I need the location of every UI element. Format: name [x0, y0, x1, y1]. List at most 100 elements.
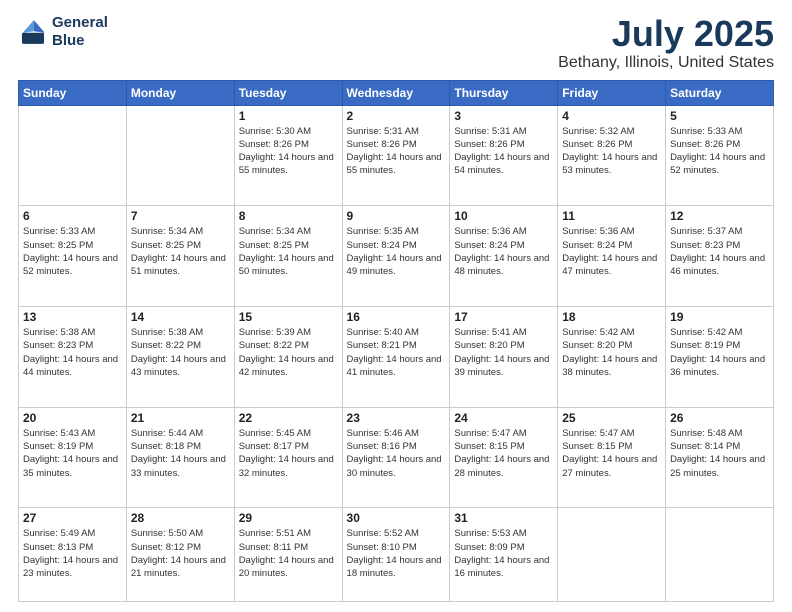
day-info: Sunrise: 5:31 AM Sunset: 8:26 PM Dayligh…: [454, 125, 553, 178]
day-number: 7: [131, 209, 230, 223]
day-number: 4: [562, 109, 661, 123]
calendar-cell: 7 Sunrise: 5:34 AM Sunset: 8:25 PM Daylig…: [126, 206, 234, 307]
day-info: Sunrise: 5:48 AM Sunset: 8:14 PM Dayligh…: [670, 427, 769, 480]
day-info: Sunrise: 5:34 AM Sunset: 8:25 PM Dayligh…: [239, 225, 338, 278]
day-number: 1: [239, 109, 338, 123]
day-header-friday: Friday: [558, 80, 666, 105]
subtitle: Bethany, Illinois, United States: [558, 54, 774, 72]
calendar-cell: 3 Sunrise: 5:31 AM Sunset: 8:26 PM Daylig…: [450, 105, 558, 206]
calendar-cell: 14 Sunrise: 5:38 AM Sunset: 8:22 PM Dayli…: [126, 307, 234, 408]
day-number: 19: [670, 310, 769, 324]
day-number: 12: [670, 209, 769, 223]
day-number: 24: [454, 411, 553, 425]
day-number: 21: [131, 411, 230, 425]
calendar-cell: 20 Sunrise: 5:43 AM Sunset: 8:19 PM Dayli…: [19, 407, 127, 508]
main-title: July 2025: [558, 14, 774, 54]
day-info: Sunrise: 5:32 AM Sunset: 8:26 PM Dayligh…: [562, 125, 661, 178]
day-number: 10: [454, 209, 553, 223]
week-row-5: 27 Sunrise: 5:49 AM Sunset: 8:13 PM Dayli…: [19, 508, 774, 602]
day-number: 14: [131, 310, 230, 324]
day-number: 16: [347, 310, 446, 324]
day-info: Sunrise: 5:37 AM Sunset: 8:23 PM Dayligh…: [670, 225, 769, 278]
day-number: 2: [347, 109, 446, 123]
calendar-cell: 15 Sunrise: 5:39 AM Sunset: 8:22 PM Dayli…: [234, 307, 342, 408]
calendar-cell: 8 Sunrise: 5:34 AM Sunset: 8:25 PM Daylig…: [234, 206, 342, 307]
week-row-2: 6 Sunrise: 5:33 AM Sunset: 8:25 PM Daylig…: [19, 206, 774, 307]
day-info: Sunrise: 5:38 AM Sunset: 8:23 PM Dayligh…: [23, 326, 122, 379]
day-info: Sunrise: 5:30 AM Sunset: 8:26 PM Dayligh…: [239, 125, 338, 178]
logo-line1: General: [52, 14, 108, 32]
calendar-cell: 2Sunrise: 5:31 AM Sunset: 8:26 PM Daylig…: [342, 105, 450, 206]
day-header-monday: Monday: [126, 80, 234, 105]
week-row-1: 1 Sunrise: 5:30 AM Sunset: 8:26 PM Daylig…: [19, 105, 774, 206]
day-number: 17: [454, 310, 553, 324]
calendar-cell: 21 Sunrise: 5:44 AM Sunset: 8:18 PM Dayli…: [126, 407, 234, 508]
calendar-cell: 25 Sunrise: 5:47 AM Sunset: 8:15 PM Dayli…: [558, 407, 666, 508]
day-info: Sunrise: 5:51 AM Sunset: 8:11 PM Dayligh…: [239, 527, 338, 580]
day-info: Sunrise: 5:35 AM Sunset: 8:24 PM Dayligh…: [347, 225, 446, 278]
day-info: Sunrise: 5:39 AM Sunset: 8:22 PM Dayligh…: [239, 326, 338, 379]
calendar-cell: 12 Sunrise: 5:37 AM Sunset: 8:23 PM Dayli…: [666, 206, 774, 307]
logo: General Blue: [18, 14, 108, 50]
day-number: 15: [239, 310, 338, 324]
day-number: 8: [239, 209, 338, 223]
day-number: 31: [454, 511, 553, 525]
day-header-sunday: Sunday: [19, 80, 127, 105]
day-number: 23: [347, 411, 446, 425]
day-number: 5: [670, 109, 769, 123]
day-number: 20: [23, 411, 122, 425]
day-info: Sunrise: 5:46 AM Sunset: 8:16 PM Dayligh…: [347, 427, 446, 480]
calendar-cell: 22 Sunrise: 5:45 AM Sunset: 8:17 PM Dayli…: [234, 407, 342, 508]
calendar-table: SundayMondayTuesdayWednesdayThursdayFrid…: [18, 80, 774, 602]
calendar-cell: 19Sunrise: 5:42 AM Sunset: 8:19 PM Dayli…: [666, 307, 774, 408]
calendar-cell: 16 Sunrise: 5:40 AM Sunset: 8:21 PM Dayli…: [342, 307, 450, 408]
calendar-cell: 5Sunrise: 5:33 AM Sunset: 8:26 PM Daylig…: [666, 105, 774, 206]
calendar-cell: 23 Sunrise: 5:46 AM Sunset: 8:16 PM Dayli…: [342, 407, 450, 508]
calendar-cell: 29 Sunrise: 5:51 AM Sunset: 8:11 PM Dayli…: [234, 508, 342, 602]
day-number: 6: [23, 209, 122, 223]
day-number: 3: [454, 109, 553, 123]
day-header-thursday: Thursday: [450, 80, 558, 105]
day-number: 29: [239, 511, 338, 525]
calendar-cell: [558, 508, 666, 602]
week-row-4: 20 Sunrise: 5:43 AM Sunset: 8:19 PM Dayli…: [19, 407, 774, 508]
day-info: Sunrise: 5:52 AM Sunset: 8:10 PM Dayligh…: [347, 527, 446, 580]
calendar-header: SundayMondayTuesdayWednesdayThursdayFrid…: [19, 80, 774, 105]
day-number: 27: [23, 511, 122, 525]
day-header-saturday: Saturday: [666, 80, 774, 105]
calendar-cell: 28Sunrise: 5:50 AM Sunset: 8:12 PM Dayli…: [126, 508, 234, 602]
day-info: Sunrise: 5:49 AM Sunset: 8:13 PM Dayligh…: [23, 527, 122, 580]
calendar-cell: 31Sunrise: 5:53 AM Sunset: 8:09 PM Dayli…: [450, 508, 558, 602]
calendar-cell: [666, 508, 774, 602]
day-info: Sunrise: 5:41 AM Sunset: 8:20 PM Dayligh…: [454, 326, 553, 379]
calendar-cell: 18Sunrise: 5:42 AM Sunset: 8:20 PM Dayli…: [558, 307, 666, 408]
day-info: Sunrise: 5:44 AM Sunset: 8:18 PM Dayligh…: [131, 427, 230, 480]
day-info: Sunrise: 5:40 AM Sunset: 8:21 PM Dayligh…: [347, 326, 446, 379]
calendar-cell: 27 Sunrise: 5:49 AM Sunset: 8:13 PM Dayli…: [19, 508, 127, 602]
day-info: Sunrise: 5:47 AM Sunset: 8:15 PM Dayligh…: [454, 427, 553, 480]
day-number: 13: [23, 310, 122, 324]
logo-line2: Blue: [52, 32, 108, 50]
day-info: Sunrise: 5:47 AM Sunset: 8:15 PM Dayligh…: [562, 427, 661, 480]
day-info: Sunrise: 5:50 AM Sunset: 8:12 PM Dayligh…: [131, 527, 230, 580]
day-number: 30: [347, 511, 446, 525]
day-info: Sunrise: 5:45 AM Sunset: 8:17 PM Dayligh…: [239, 427, 338, 480]
calendar-cell: 4 Sunrise: 5:32 AM Sunset: 8:26 PM Daylig…: [558, 105, 666, 206]
header: General Blue July 2025 Bethany, Illinois…: [18, 14, 774, 72]
day-header-wednesday: Wednesday: [342, 80, 450, 105]
calendar-body: 1 Sunrise: 5:30 AM Sunset: 8:26 PM Daylig…: [19, 105, 774, 601]
calendar-cell: [19, 105, 127, 206]
day-info: Sunrise: 5:33 AM Sunset: 8:25 PM Dayligh…: [23, 225, 122, 278]
day-info: Sunrise: 5:36 AM Sunset: 8:24 PM Dayligh…: [562, 225, 661, 278]
title-block: July 2025 Bethany, Illinois, United Stat…: [558, 14, 774, 72]
day-number: 25: [562, 411, 661, 425]
calendar-cell: 9Sunrise: 5:35 AM Sunset: 8:24 PM Daylig…: [342, 206, 450, 307]
day-number: 26: [670, 411, 769, 425]
day-info: Sunrise: 5:34 AM Sunset: 8:25 PM Dayligh…: [131, 225, 230, 278]
day-number: 22: [239, 411, 338, 425]
day-number: 18: [562, 310, 661, 324]
day-info: Sunrise: 5:38 AM Sunset: 8:22 PM Dayligh…: [131, 326, 230, 379]
calendar-cell: [126, 105, 234, 206]
calendar-cell: 6 Sunrise: 5:33 AM Sunset: 8:25 PM Daylig…: [19, 206, 127, 307]
day-info: Sunrise: 5:43 AM Sunset: 8:19 PM Dayligh…: [23, 427, 122, 480]
